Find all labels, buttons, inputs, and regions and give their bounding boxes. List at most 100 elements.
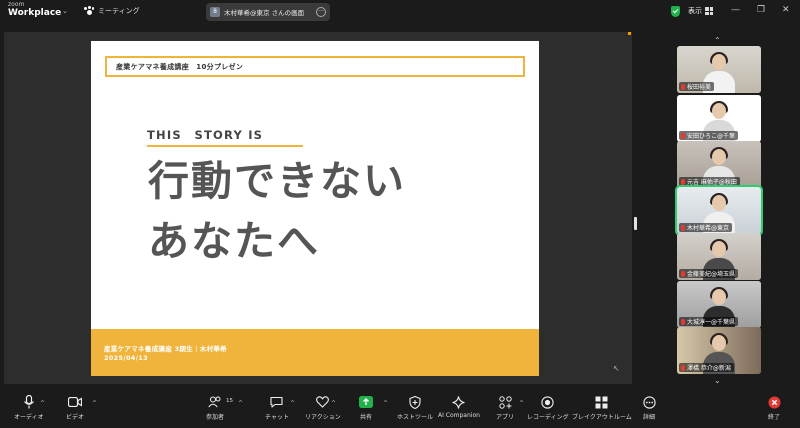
paw-icon	[84, 6, 94, 16]
details-label: 詳細	[642, 414, 655, 421]
participant-video-tile[interactable]: 元吉 麻佑子@秋田	[677, 141, 761, 188]
reactions-button[interactable]: リアクション	[305, 395, 341, 421]
screen-share-tab[interactable]: 8 木村華希@東京 さんの画面 ···	[206, 3, 330, 21]
slide-subtitle: THIS STORY IS	[147, 128, 264, 142]
chat-button[interactable]: チャット	[265, 395, 289, 421]
participant-video-tile[interactable]: 金藤美紀@埼玉県	[677, 233, 761, 280]
video-label: ビデオ	[66, 414, 85, 421]
slide-title-line-2: あなたへ	[148, 217, 320, 265]
host-tools-button[interactable]: ホストツール	[397, 395, 433, 421]
participants-button[interactable]: 参加者	[206, 395, 224, 421]
meeting-controls-toolbar: オーディオ ^ ビデオ ^ 参加者 15 ^ チャット ^ リアクション ^ 共…	[0, 392, 800, 428]
participant-name: 大城淳一@千葉県	[687, 319, 736, 326]
participants-label: 参加者	[206, 414, 225, 421]
chat-bubble-icon	[270, 395, 284, 409]
participant-video-tile[interactable]: 桜田裕美	[677, 46, 761, 93]
grid-view-icon	[705, 7, 713, 15]
meetings-label: ミーティング	[98, 7, 140, 15]
zoom-window: zoom Workplace ⌄ ミーティング 8 木村華希@東京 さんの画面 …	[0, 0, 800, 428]
breakout-label: ブレイクアウトルーム	[572, 414, 632, 421]
participant-name: 金藤美紀@埼玉県	[687, 271, 736, 278]
view-button[interactable]: 表示	[688, 6, 713, 16]
participant-name-tag: 木村華希@東京	[679, 223, 733, 232]
slide-footer-date: 2025/04/13	[104, 354, 148, 362]
title-bar: zoom Workplace ⌄ ミーティング 8 木村華希@東京 さんの画面 …	[0, 0, 800, 24]
reactions-options-chevron-icon[interactable]: ^	[331, 400, 336, 407]
participant-name: 澤橋 恭介@新潟	[687, 365, 731, 372]
share-options-chevron-icon[interactable]: ^	[383, 400, 388, 407]
participant-name-tag: 澤橋 恭介@新潟	[679, 363, 734, 372]
mic-muted-icon	[681, 364, 685, 371]
slide-title-line-1: 行動できない	[148, 157, 406, 205]
participants-icon	[208, 395, 222, 409]
recording-label: レコーディング	[527, 414, 569, 421]
audio-options-chevron-icon[interactable]: ^	[40, 400, 45, 407]
participant-video-tile[interactable]: 安田ひろこ@千葉	[677, 95, 761, 142]
video-camera-icon	[68, 395, 82, 409]
security-shield-icon[interactable]	[671, 6, 680, 17]
participants-options-chevron-icon[interactable]: ^	[238, 400, 243, 407]
meetings-menu-button[interactable]: ミーティング	[84, 6, 140, 16]
leave-x-icon	[767, 395, 781, 409]
participant-name: 木村華希@東京	[687, 225, 730, 232]
minimize-icon[interactable]: —	[731, 5, 740, 15]
scroll-up-chevron-icon[interactable]: ⌃	[714, 36, 721, 45]
share-screen-icon	[359, 395, 373, 409]
apps-label: アプリ	[496, 414, 515, 421]
close-icon[interactable]: ✕	[782, 5, 790, 15]
host-tools-label: ホストツール	[397, 414, 434, 421]
heart-icon	[316, 395, 330, 409]
breakout-grid-icon	[595, 395, 609, 409]
apps-button[interactable]: アプリ	[496, 395, 514, 421]
microphone-icon	[22, 395, 36, 409]
share-border-marker	[628, 32, 631, 35]
video-button[interactable]: ビデオ	[66, 395, 84, 421]
apps-icon	[498, 395, 512, 409]
ai-companion-button[interactable]: AI Companion	[438, 395, 480, 419]
mic-muted-icon	[681, 224, 685, 231]
participant-name-tag: 金藤美紀@埼玉県	[679, 269, 739, 278]
mic-muted-icon	[681, 270, 685, 277]
view-label: 表示	[688, 7, 702, 15]
subtitle-underline	[147, 145, 303, 147]
recording-button[interactable]: レコーディング	[527, 395, 569, 421]
sparkle-icon	[452, 395, 466, 409]
share-badge: 8	[210, 7, 220, 17]
leave-meeting-button[interactable]: 終了	[767, 395, 781, 421]
participants-count: 15	[226, 398, 233, 404]
audio-label: オーディオ	[14, 414, 44, 421]
breakout-rooms-button[interactable]: ブレイクアウトルーム	[572, 395, 632, 421]
apps-options-chevron-icon[interactable]: ^	[519, 400, 524, 407]
chevron-down-icon[interactable]: ⌄	[62, 7, 68, 15]
slide-header-box: 産業ケアマネ養成講座 10分プレゼン	[105, 56, 525, 77]
share-button[interactable]: 共有	[359, 395, 373, 421]
video-options-chevron-icon[interactable]: ^	[92, 400, 97, 407]
host-shield-icon	[408, 395, 422, 409]
more-details-button[interactable]: 詳細	[642, 395, 656, 421]
participant-video-tile-active-speaker[interactable]: 木村華希@東京	[675, 185, 763, 236]
chat-options-chevron-icon[interactable]: ^	[290, 400, 295, 407]
participant-name-tag: 桜田裕美	[679, 82, 715, 91]
more-options-icon[interactable]: ···	[316, 7, 326, 17]
mic-muted-icon	[681, 83, 685, 90]
leave-label: 終了	[767, 414, 780, 421]
zoom-workplace-logo[interactable]: zoom Workplace	[8, 2, 61, 18]
audio-button[interactable]: オーディオ	[14, 395, 44, 421]
cursor-icon: ↖	[613, 364, 620, 373]
participant-name-tag: 大城淳一@千葉県	[679, 317, 739, 326]
participant-name: 安田ひろこ@千葉	[687, 133, 736, 140]
participant-video-tile[interactable]: 大城淳一@千葉県	[677, 281, 761, 328]
maximize-icon[interactable]: ❐	[757, 5, 765, 15]
mic-muted-icon	[681, 178, 685, 185]
participant-name: 元吉 麻佑子@秋田	[687, 179, 737, 186]
mic-muted-icon	[681, 132, 685, 139]
scroll-down-chevron-icon[interactable]: ⌄	[714, 376, 721, 385]
participant-name-tag: 元吉 麻佑子@秋田	[679, 177, 740, 186]
share-tab-label: 木村華希@東京 さんの画面	[224, 9, 305, 17]
more-dots-icon	[642, 395, 656, 409]
slide-header-text: 産業ケアマネ養成講座 10分プレゼン	[116, 62, 244, 71]
participant-name: 桜田裕美	[687, 84, 712, 91]
participant-video-tile[interactable]: 澤橋 恭介@新潟	[677, 327, 761, 374]
panel-resize-handle[interactable]	[634, 217, 637, 230]
ai-companion-label: AI Companion	[438, 412, 480, 419]
